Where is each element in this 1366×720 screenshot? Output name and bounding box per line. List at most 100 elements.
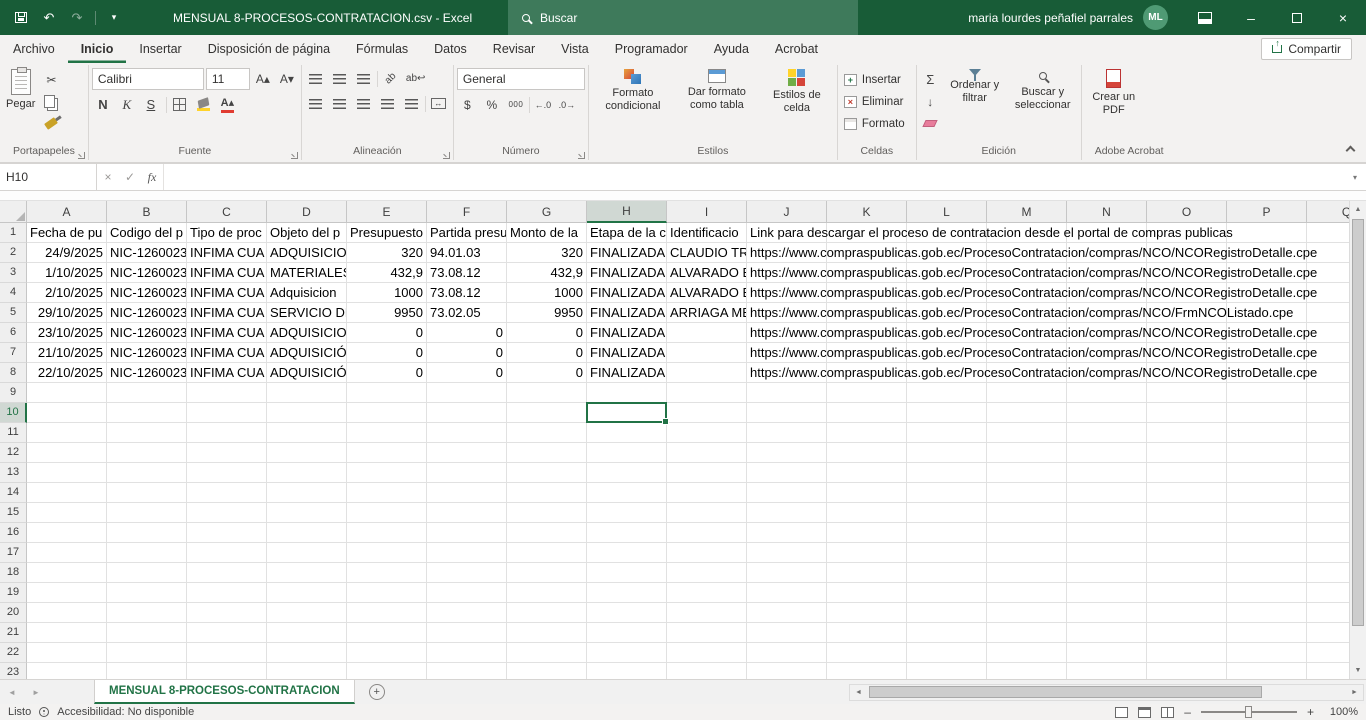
cell-O10[interactable] — [1147, 403, 1227, 423]
collapse-ribbon-button[interactable] — [1346, 146, 1356, 156]
cell-E7[interactable]: 0 — [347, 343, 427, 363]
cell-B11[interactable] — [107, 423, 187, 443]
cell-E19[interactable] — [347, 583, 427, 603]
align-left-button[interactable] — [305, 93, 327, 114]
cell-Q11[interactable] — [1307, 423, 1349, 443]
cell-E8[interactable]: 0 — [347, 363, 427, 383]
cell-H17[interactable] — [587, 543, 667, 563]
cell-G12[interactable] — [507, 443, 587, 463]
cell-J5[interactable]: https://www.compraspublicas.gob.ec/Proce… — [747, 303, 827, 323]
cell-H20[interactable] — [587, 603, 667, 623]
cell-M12[interactable] — [987, 443, 1067, 463]
cell-G22[interactable] — [507, 643, 587, 663]
cell-C9[interactable] — [187, 383, 267, 403]
cell-M21[interactable] — [987, 623, 1067, 643]
cell-B8[interactable]: NIC-1260023 — [107, 363, 187, 383]
cell-A5[interactable]: 29/10/2025 — [27, 303, 107, 323]
cell-E9[interactable] — [347, 383, 427, 403]
cell-styles-button[interactable]: Estilos de celda — [760, 65, 834, 118]
column-header-E[interactable]: E — [347, 201, 427, 223]
currency-button[interactable]: $ — [457, 94, 479, 115]
column-header-O[interactable]: O — [1147, 201, 1227, 223]
normal-view-button[interactable] — [1115, 707, 1128, 718]
formula-input[interactable] — [163, 164, 1344, 190]
cell-C14[interactable] — [187, 483, 267, 503]
cell-M18[interactable] — [987, 563, 1067, 583]
cell-P12[interactable] — [1227, 443, 1307, 463]
cell-A20[interactable] — [27, 603, 107, 623]
column-header-L[interactable]: L — [907, 201, 987, 223]
cell-A3[interactable]: 1/10/2025 — [27, 263, 107, 283]
cell-A4[interactable]: 2/10/2025 — [27, 283, 107, 303]
cell-Q19[interactable] — [1307, 583, 1349, 603]
cell-K21[interactable] — [827, 623, 907, 643]
cell-O16[interactable] — [1147, 523, 1227, 543]
page-layout-view-button[interactable] — [1138, 707, 1151, 718]
cell-F10[interactable] — [427, 403, 507, 423]
cell-P18[interactable] — [1227, 563, 1307, 583]
cell-O21[interactable] — [1147, 623, 1227, 643]
cell-B21[interactable] — [107, 623, 187, 643]
cell-B16[interactable] — [107, 523, 187, 543]
percent-button[interactable]: % — [481, 94, 503, 115]
cell-M13[interactable] — [987, 463, 1067, 483]
cell-C8[interactable]: INFIMA CUA — [187, 363, 267, 383]
create-pdf-button[interactable]: Crear un PDF — [1085, 65, 1143, 117]
cell-J19[interactable] — [747, 583, 827, 603]
cell-N10[interactable] — [1067, 403, 1147, 423]
cell-A23[interactable] — [27, 663, 107, 679]
cell-B9[interactable] — [107, 383, 187, 403]
scroll-down-icon[interactable]: ▼ — [1350, 662, 1366, 679]
cell-I5[interactable]: ARRIAGA ME — [667, 303, 747, 323]
cell-C11[interactable] — [187, 423, 267, 443]
column-header-M[interactable]: M — [987, 201, 1067, 223]
cell-D15[interactable] — [267, 503, 347, 523]
cell-E12[interactable] — [347, 443, 427, 463]
cell-A11[interactable] — [27, 423, 107, 443]
tab-acrobat[interactable]: Acrobat — [762, 35, 831, 63]
cell-G10[interactable] — [507, 403, 587, 423]
cell-E6[interactable]: 0 — [347, 323, 427, 343]
cell-K18[interactable] — [827, 563, 907, 583]
column-header-H[interactable]: H — [587, 201, 667, 223]
row-header-8[interactable]: 8 — [0, 363, 27, 383]
cell-N9[interactable] — [1067, 383, 1147, 403]
alignment-dialog-launcher[interactable] — [443, 152, 450, 159]
cell-O13[interactable] — [1147, 463, 1227, 483]
cell-D19[interactable] — [267, 583, 347, 603]
cell-N21[interactable] — [1067, 623, 1147, 643]
cell-P10[interactable] — [1227, 403, 1307, 423]
close-button[interactable]: × — [1320, 0, 1366, 35]
cell-E17[interactable] — [347, 543, 427, 563]
cell-I18[interactable] — [667, 563, 747, 583]
cut-button[interactable]: ✂ — [40, 69, 62, 90]
fill-button[interactable]: ↓ — [920, 91, 942, 112]
select-all-corner[interactable] — [0, 201, 27, 223]
cell-D17[interactable] — [267, 543, 347, 563]
cell-Q22[interactable] — [1307, 643, 1349, 663]
horizontal-scroll-track[interactable] — [867, 685, 1346, 700]
cell-N13[interactable] — [1067, 463, 1147, 483]
cell-O22[interactable] — [1147, 643, 1227, 663]
cell-C16[interactable] — [187, 523, 267, 543]
cell-F22[interactable] — [427, 643, 507, 663]
number-dialog-launcher[interactable] — [578, 152, 585, 159]
cell-O19[interactable] — [1147, 583, 1227, 603]
cell-G9[interactable] — [507, 383, 587, 403]
cell-F5[interactable]: 73.02.05 — [427, 303, 507, 323]
cell-G14[interactable] — [507, 483, 587, 503]
cell-D3[interactable]: MATERIALES — [267, 263, 347, 283]
cell-J17[interactable] — [747, 543, 827, 563]
cell-Q20[interactable] — [1307, 603, 1349, 623]
cell-F20[interactable] — [427, 603, 507, 623]
copy-button[interactable] — [40, 91, 62, 112]
cell-G3[interactable]: 432,9 — [507, 263, 587, 283]
tab-archivo[interactable]: Archivo — [0, 35, 68, 63]
scroll-right-icon[interactable]: ► — [1346, 685, 1363, 700]
cell-C2[interactable]: INFIMA CUA — [187, 243, 267, 263]
cell-G18[interactable] — [507, 563, 587, 583]
row-header-18[interactable]: 18 — [0, 563, 27, 583]
cell-E21[interactable] — [347, 623, 427, 643]
cell-Q5[interactable] — [1307, 303, 1349, 323]
cell-A8[interactable]: 22/10/2025 — [27, 363, 107, 383]
